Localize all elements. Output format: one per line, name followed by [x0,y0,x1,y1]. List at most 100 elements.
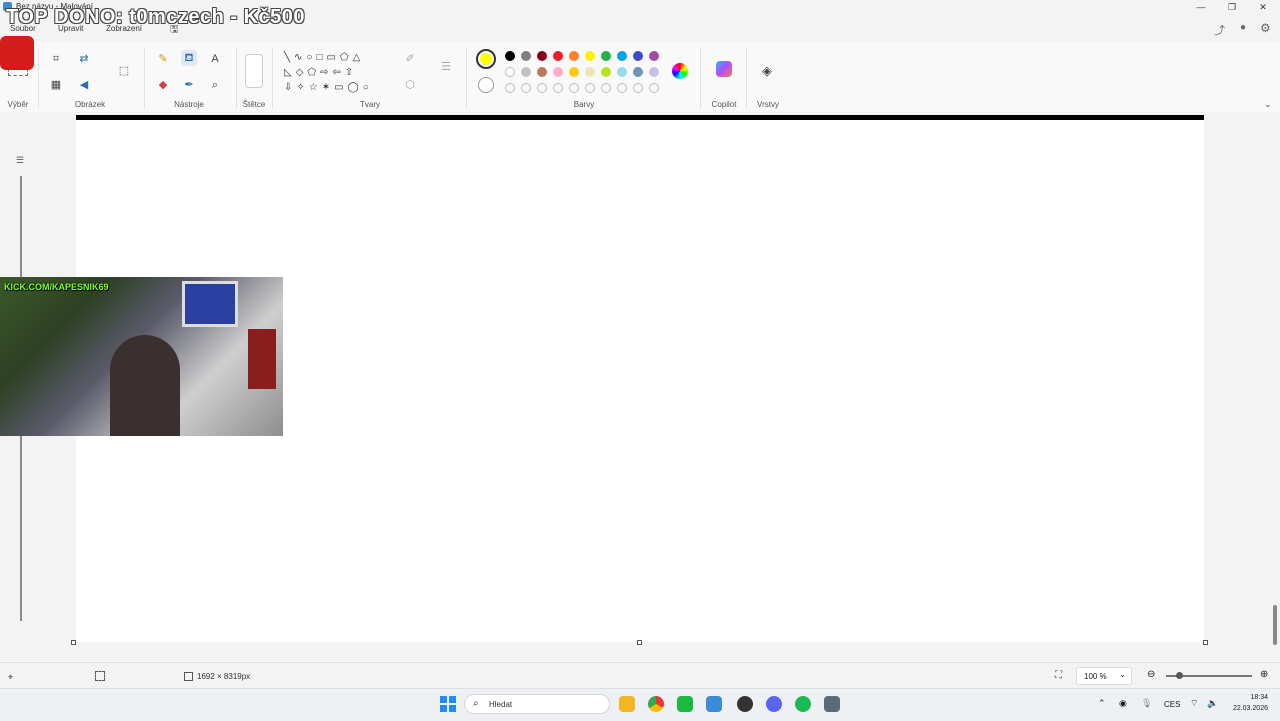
close-button[interactable]: ✕ [1248,0,1278,14]
color-swatch[interactable] [505,51,515,61]
color-swatch[interactable] [585,51,595,61]
secondary-color-indicator[interactable] [478,77,494,93]
fill-bucket-icon[interactable]: ⛾ [181,50,197,66]
paint-taskbar-icon[interactable] [706,696,722,712]
zoom-out-icon[interactable]: ⊖ [1147,669,1155,680]
color-swatch[interactable] [601,67,611,77]
color-swatch[interactable] [585,67,595,77]
chrome-icon[interactable] [648,696,664,712]
settings-gear-icon[interactable]: ⚙ [1260,21,1271,35]
custom-color-slot[interactable] [617,83,627,93]
custom-color-slot[interactable] [505,83,515,93]
language-indicator[interactable]: CES [1164,700,1180,709]
group-label-image: Obrázek [74,100,106,109]
poster [248,329,276,389]
color-swatch[interactable] [617,67,627,77]
custom-color-slot[interactable] [601,83,611,93]
color-swatch[interactable] [649,67,659,77]
ribbon-divider [236,48,237,108]
vertical-scrollbar-thumb[interactable] [1273,605,1277,645]
color-swatch[interactable] [553,51,563,61]
clock-date[interactable]: 22.03.2026 [1224,705,1268,712]
color-swatch[interactable] [521,51,531,61]
remove-background-icon[interactable]: ▦ [48,77,64,93]
color-swatch[interactable] [521,67,531,77]
zoom-in-icon[interactable]: ⊕ [1260,669,1268,680]
maximize-button[interactable]: ❐ [1217,0,1247,14]
stroke-size-icon[interactable]: ☰ [438,59,454,75]
magnifier-icon[interactable]: ⌕ [207,77,223,93]
clock-time[interactable]: 18:34 [1240,694,1268,701]
fill-icon[interactable]: ⬡ [402,77,418,93]
color-swatch[interactable] [617,51,627,61]
streamer-avatar [0,36,34,70]
zoom-select[interactable]: 100 % ⌄ [1076,667,1132,685]
resize-handle[interactable] [637,640,642,645]
obs-icon[interactable] [737,696,753,712]
custom-color-slot[interactable] [633,83,643,93]
taskbar [0,688,1280,721]
microphone-icon[interactable]: 🎙 [1141,698,1152,709]
group-label-brushes: Štětce [242,100,266,109]
fit-to-window-icon[interactable]: ⛶ [1055,670,1062,681]
layers-panel-icon[interactable]: ☰ [16,155,24,166]
crop-icon[interactable]: ⌗ [48,51,64,67]
app-icon[interactable] [677,696,693,712]
volume-icon[interactable]: 🔈 [1207,698,1218,709]
color-swatch[interactable] [633,51,643,61]
color-swatch[interactable] [633,67,643,77]
color-swatch[interactable] [537,67,547,77]
custom-color-slot[interactable] [521,83,531,93]
kick-channel-label: KICK.COM/KAPESNIK69 [4,282,109,292]
shapes-gallery[interactable]: ╲∿○□▭⬠△ ◺◇⬠⇨⇦⇧ ⇩✧☆✶▭◯○ [284,50,388,95]
custom-color-slot[interactable] [553,83,563,93]
resize-handle[interactable] [1203,640,1208,645]
brush-icon[interactable] [245,54,263,88]
image-transform-icon[interactable]: ⬚ [116,63,132,79]
color-swatch[interactable] [601,51,611,61]
color-picker-icon[interactable]: ✒ [181,77,197,93]
group-label-layers: Vrstvy [757,100,779,109]
windows-start-icon[interactable] [440,696,456,712]
spotify-icon[interactable] [795,696,811,712]
color-swatch[interactable] [553,67,563,77]
ribbon-divider [144,48,145,108]
resize-icon[interactable]: ⇄ [76,51,92,67]
color-swatch[interactable] [537,51,547,61]
collapse-ribbon-chevron-icon[interactable]: ⌄ [1264,99,1272,110]
eraser-icon[interactable]: ◆ [155,77,171,93]
canvas-size-text: 1692 × 8319px [197,672,251,681]
color-swatch[interactable] [649,51,659,61]
custom-color-slot[interactable] [585,83,595,93]
text-tool-icon[interactable]: A [207,51,223,67]
resize-handle[interactable] [71,640,76,645]
copilot-icon[interactable] [716,61,732,77]
outline-icon[interactable]: ✐ [402,51,418,67]
primary-color-indicator[interactable] [476,49,496,69]
wifi-icon[interactable]: ⌔ [1190,698,1198,709]
taskbar-search[interactable]: ⌕ Hledat [464,694,610,714]
color-swatch[interactable] [569,67,579,77]
account-icon[interactable]: ● [1240,22,1246,33]
custom-color-slot[interactable] [649,83,659,93]
zoom-slider-thumb[interactable] [1176,672,1183,679]
network-icon[interactable]: ◉ [1119,698,1127,709]
tray-chevron-up-icon[interactable]: ⌃ [1098,698,1106,709]
edit-colors-icon[interactable] [672,63,688,79]
person-silhouette [110,335,180,436]
color-swatch[interactable] [505,67,515,77]
calculator-icon[interactable] [824,696,840,712]
discord-icon[interactable] [766,696,782,712]
file-explorer-icon[interactable] [619,696,635,712]
basketball-hoop [182,281,238,327]
layers-icon[interactable]: ◈ [759,63,775,79]
group-label-colors: Barvy [573,100,595,109]
color-swatch[interactable] [569,51,579,61]
custom-color-slot[interactable] [537,83,547,93]
share-icon[interactable]: ⤴ [1214,22,1225,38]
search-placeholder: Hledat [489,700,513,709]
rotate-icon[interactable]: ◀ [76,77,92,93]
pencil-icon[interactable]: ✎ [155,51,171,67]
minimize-button[interactable]: — [1186,0,1216,14]
custom-color-slot[interactable] [569,83,579,93]
